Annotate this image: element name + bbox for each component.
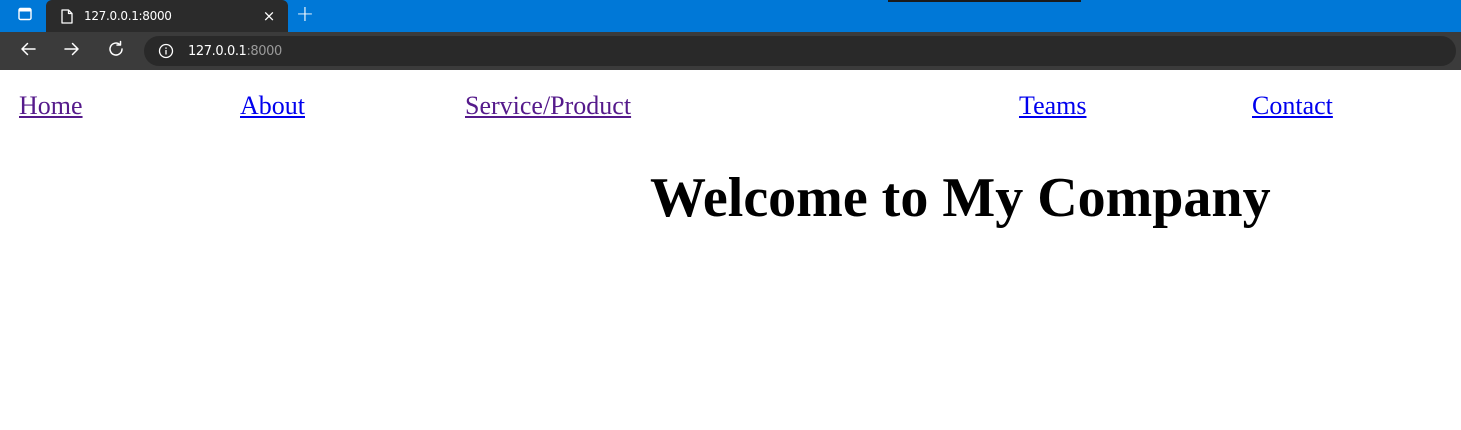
- nav-link-about[interactable]: About: [240, 90, 305, 122]
- new-tab-button[interactable]: +: [292, 4, 318, 28]
- tabstrip-divider: [888, 0, 1081, 2]
- back-button[interactable]: [13, 36, 43, 66]
- back-arrow-icon: [19, 40, 37, 63]
- tab-close-icon[interactable]: ×: [259, 6, 279, 26]
- nav-link-teams[interactable]: Teams: [1019, 90, 1087, 122]
- browser-toolbar: 127.0.0.1:8000: [0, 32, 1461, 70]
- tab-actions-icon: [17, 6, 33, 27]
- nav-link-home[interactable]: Home: [19, 90, 83, 122]
- forward-button[interactable]: [57, 36, 87, 66]
- url-text[interactable]: 127.0.0.1:8000: [188, 44, 282, 59]
- info-icon[interactable]: [157, 42, 175, 60]
- tab-title: 127.0.0.1:8000: [84, 9, 172, 23]
- forward-arrow-icon: [63, 40, 81, 63]
- browser-tab-active[interactable]: 127.0.0.1:8000 ×: [46, 0, 288, 32]
- url-port: :8000: [246, 43, 282, 59]
- page-content: Home About Service/Product Teams Contact…: [0, 70, 1461, 430]
- nav-link-service-product[interactable]: Service/Product: [465, 90, 631, 122]
- address-bar[interactable]: 127.0.0.1:8000: [144, 36, 1456, 66]
- url-host: 127.0.0.1: [188, 43, 247, 59]
- reload-button[interactable]: [101, 36, 131, 66]
- browser-tab-strip: 127.0.0.1:8000 × +: [0, 0, 1461, 32]
- tab-actions-button[interactable]: [8, 0, 42, 32]
- document-icon: [59, 8, 75, 24]
- page-heading: Welcome to My Company: [650, 167, 1271, 229]
- nav-link-contact[interactable]: Contact: [1252, 90, 1333, 122]
- reload-icon: [107, 40, 125, 63]
